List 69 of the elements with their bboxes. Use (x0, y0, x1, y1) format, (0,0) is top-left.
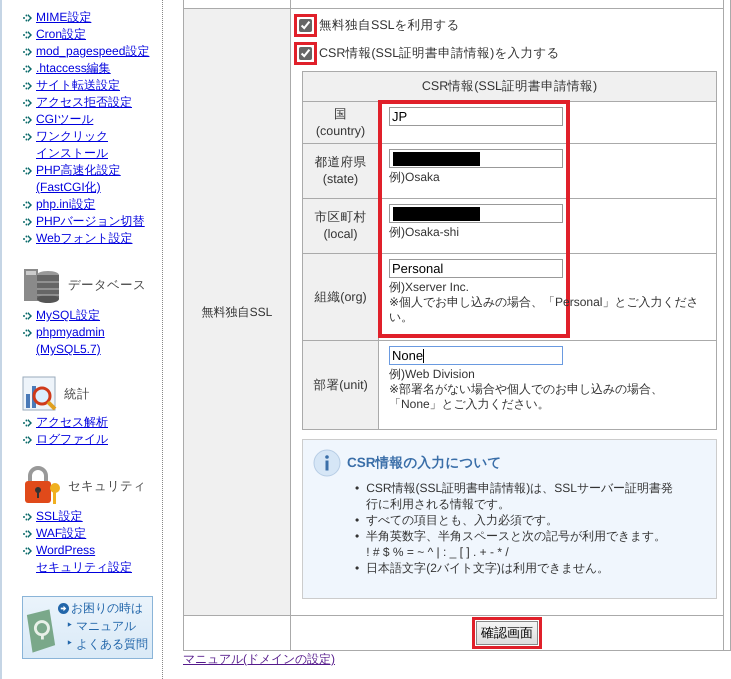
bullet-mark: • (355, 480, 360, 496)
arrow-bullet-icon (22, 131, 34, 143)
arrow-bullet-icon (22, 327, 34, 339)
help-link[interactable]: ‣ よくある質問 (66, 636, 148, 653)
input-field[interactable] (389, 149, 563, 168)
arrow-bullet-icon (22, 216, 34, 228)
menu-link[interactable]: ログファイル (36, 431, 108, 448)
arrow-bullet-icon (22, 46, 34, 58)
help-title: お困りの時は (71, 600, 143, 617)
arrow-bullet-icon (22, 511, 34, 523)
section-heading: データベース (68, 276, 146, 294)
arrow-bullet-icon (22, 417, 34, 429)
arrow-bullet-icon (22, 63, 34, 75)
checkbox[interactable] (299, 18, 312, 32)
checkbox[interactable] (299, 46, 312, 60)
field-label: 組織(org) (314, 288, 367, 306)
help-link[interactable]: ‣ マニュアル (66, 618, 148, 635)
arrow-bullet-icon (22, 12, 34, 24)
menu-link[interactable]: ワンクリック インストール (36, 128, 108, 162)
field-label: 都道府県 (state) (314, 154, 366, 188)
bullet-mark: • (355, 512, 360, 528)
table-heading: CSR情報(SSL証明書申請情報) (303, 72, 717, 102)
section-heading: セキュリティ (68, 478, 146, 494)
section-heading: 統計 (64, 386, 90, 402)
menu-link[interactable]: PHPバージョン切替 (36, 213, 145, 230)
info-bullet: 半角英数字、半角スペースと次の記号が利用できます。 ! # $ % = ~ ^ | : _ [ ] . + - * / (366, 528, 666, 560)
info-bullet: すべての項目とも、入力必須です。 (366, 512, 558, 528)
field-label: 国 (country) (316, 106, 366, 140)
bullet-mark: • (355, 560, 360, 576)
arrow-circle-icon (58, 603, 69, 614)
menu-link[interactable]: phpmyadmin (MySQL5.7) (36, 324, 105, 358)
example-text: 例)Osaka-shi (389, 225, 460, 240)
arrow-bullet-icon (22, 233, 34, 245)
input-field[interactable]: JP (389, 107, 563, 126)
arrow-bullet-icon (22, 80, 34, 92)
example-text: 例)Osaka (389, 170, 440, 185)
input-field[interactable]: Personal (389, 259, 563, 278)
menu-link[interactable]: .htaccess編集 (36, 60, 111, 77)
field-label: 市区町村 (local) (314, 209, 366, 243)
text-caret (423, 348, 424, 362)
info-bullet: CSR情報(SSL証明書申請情報)は、SSLサーバー証明書発 行に利用される情報です。 (366, 480, 673, 512)
checkbox-label: 無料独自SSLを利用する (319, 16, 460, 34)
confirm-button[interactable]: 確認画面 (476, 621, 538, 645)
info-bullet: 日本語文字(2バイト文字)は利用できません。 (366, 560, 609, 576)
menu-link[interactable]: CGIツール (36, 111, 94, 128)
arrow-bullet-icon (22, 29, 34, 41)
arrow-bullet-icon (22, 310, 34, 322)
note-text: ※部署名がない場合や個人でのお申し込みの場合、 「None」とご入力ください。 (389, 382, 664, 412)
manual-link[interactable]: マニュアル(ドメインの設定) (183, 652, 335, 666)
arrow-bullet-icon (22, 545, 34, 557)
menu-link[interactable]: アクセス解析 (36, 414, 108, 431)
arrow-bullet-icon (22, 528, 34, 540)
info-title: CSR情報の入力について (347, 454, 502, 472)
field-label: 部署(unit) (313, 376, 368, 394)
arrow-bullet-icon (22, 114, 34, 126)
chart-magnifier-icon (22, 376, 58, 412)
example-text: 例)Xserver Inc. (389, 280, 470, 295)
info-icon (313, 449, 341, 477)
arrow-bullet-icon (22, 434, 34, 446)
example-text: 例)Web Division (389, 367, 475, 382)
arrow-bullet-icon (22, 199, 34, 211)
checkbox-label: CSR情報(SSL証明書申請情報)を入力する (319, 44, 560, 62)
row-label: 無料独自SSL (202, 304, 272, 320)
arrow-bullet-icon (22, 165, 34, 177)
input-field[interactable]: None (389, 346, 563, 365)
bullet-mark: • (355, 528, 360, 544)
arrow-bullet-icon (22, 97, 34, 109)
input-field[interactable] (389, 204, 563, 223)
padlock-key-icon (22, 466, 62, 506)
